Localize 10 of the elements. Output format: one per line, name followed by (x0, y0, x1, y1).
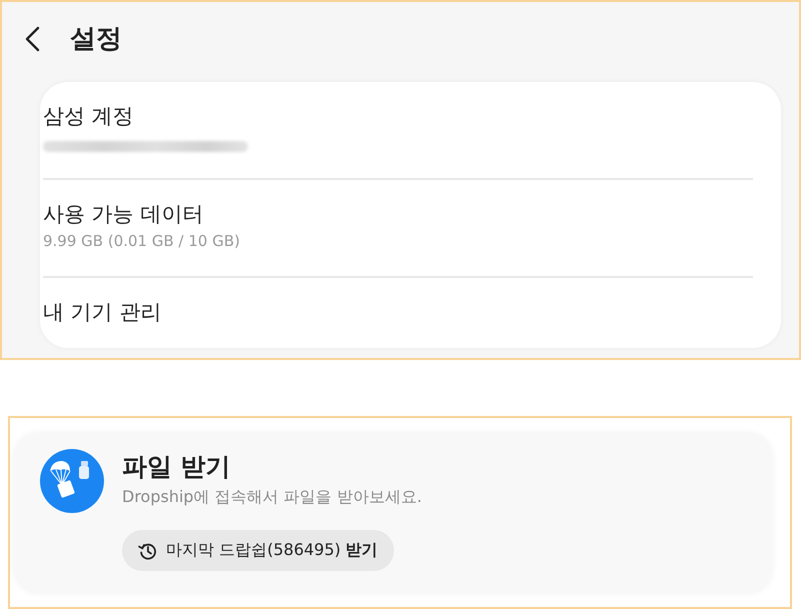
parachute-box-icon (40, 449, 104, 513)
page-title: 설정 (70, 23, 122, 55)
last-drop-button[interactable]: 마지막 드랍쉽(586495) 받기 (122, 530, 394, 571)
receive-title: 파일 받기 (122, 452, 231, 482)
receive-description: Dropship에 접속해서 파일을 받아보세요. (122, 486, 422, 508)
setting-title[interactable]: 사용 가능 데이터 (43, 200, 204, 228)
setting-title[interactable]: 내 기기 관리 (43, 298, 162, 326)
setting-subtitle: 9.99 GB (0.01 GB / 10 GB) (43, 231, 240, 252)
setting-title[interactable]: 삼성 계정 (43, 102, 134, 130)
back-icon[interactable] (24, 26, 40, 52)
